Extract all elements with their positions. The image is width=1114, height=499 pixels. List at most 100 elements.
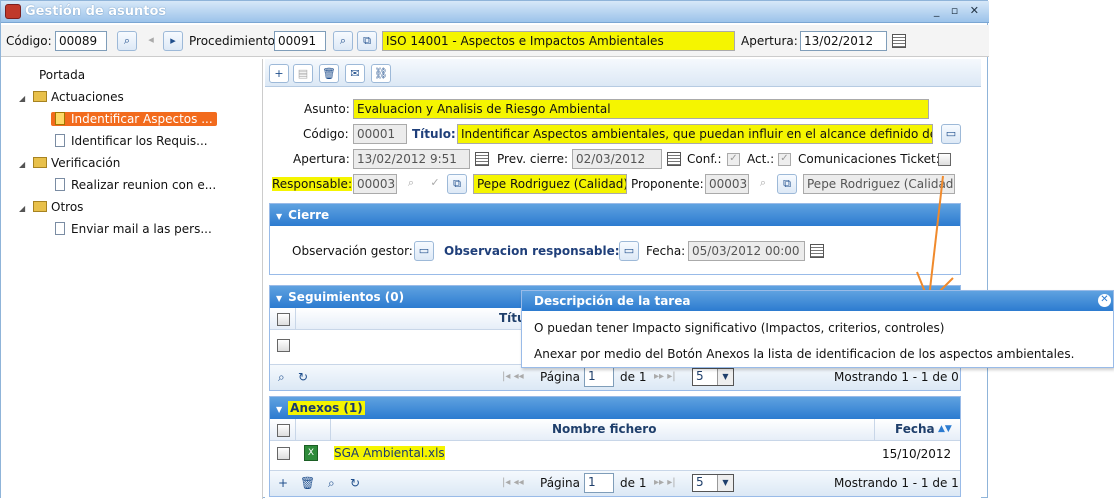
comment-icon[interactable]: ▭ (619, 241, 639, 261)
select-all-checkbox[interactable] (277, 313, 290, 326)
collapse-icon[interactable]: ▼ (276, 405, 282, 414)
delete-icon[interactable]: 🗑 (300, 476, 315, 490)
expand-icon[interactable]: ◢ (19, 89, 33, 109)
row-checkbox[interactable] (277, 447, 290, 460)
title-bar: Gestión de asuntos _ ▫ ✕ (1, 1, 989, 23)
page-size-value: 5 (696, 475, 704, 489)
col-nombre-fichero[interactable]: Nombre fichero (552, 422, 656, 436)
codigo-input[interactable]: 00089 (55, 31, 107, 51)
tree-item[interactable]: Identificar los Requis... (55, 131, 208, 151)
window-controls[interactable]: _ ▫ ✕ (934, 4, 983, 17)
comment-icon[interactable]: ▭ (941, 124, 961, 144)
asunto-field: Evaluacion y Analisis de Riesgo Ambienta… (353, 99, 929, 119)
anexos-header[interactable]: ▼ Anexos (1) (270, 397, 960, 419)
page-input[interactable]: 1 (584, 367, 614, 387)
obs-resp-label: Observacion responsable: (444, 244, 620, 258)
responsable-code-field: 00003 (353, 174, 397, 194)
cierre-title: Cierre (288, 208, 330, 222)
search-icon[interactable]: ⌕ (278, 370, 285, 385)
apertura-input[interactable]: 13/02/2012 (800, 31, 887, 51)
procedimiento-label: Procedimiento (189, 34, 276, 48)
de-label: de 1 (620, 476, 647, 490)
tree-root-portada[interactable]: Portada (39, 65, 85, 85)
add-icon[interactable]: + (278, 476, 288, 490)
apertura-label: Apertura: (741, 34, 798, 48)
titulo-label: Título: (412, 127, 456, 141)
row-checkbox[interactable] (277, 339, 290, 352)
sort-icon[interactable]: ▲▼ (938, 424, 952, 434)
page-input[interactable]: 1 (584, 473, 614, 493)
document-icon (55, 222, 65, 235)
procedimiento-code-input[interactable]: 00091 (274, 31, 326, 51)
detail-pane: + ▤ 🗑 ✉ ⛓ Asunto: Evaluacion y Analisis … (265, 59, 981, 499)
delete-icon[interactable]: 🗑 (319, 64, 339, 83)
open-window-icon[interactable]: ⧉ (777, 174, 797, 194)
header-row: Código: 00089 ⌕ ◂ ▸ Procedimiento 00091 … (1, 25, 989, 57)
save-icon[interactable]: ▤ (293, 64, 313, 83)
open-window-icon[interactable]: ⧉ (357, 31, 377, 51)
tree-group-label: Otros (51, 200, 84, 214)
refresh-icon[interactable]: ↻ (298, 370, 308, 384)
task-description-popup: Descripción de la tarea ✕ O puedan tener… (521, 290, 1114, 368)
main-window: Gestión de asuntos _ ▫ ✕ Código: 00089 ⌕… (0, 0, 989, 499)
tree-item[interactable]: Realizar reunion con e... (55, 175, 216, 195)
fecha-label: Fecha: (646, 244, 686, 258)
search-icon[interactable]: ⌕ (401, 174, 421, 194)
mail-icon[interactable]: ✉ (345, 64, 365, 83)
prev-icon[interactable]: ◂ (141, 31, 161, 51)
next-page-icon[interactable]: ▸▸ ▸| (654, 371, 676, 382)
link-icon[interactable]: ⛓ (371, 64, 391, 83)
comment-icon[interactable]: ▭ (414, 241, 434, 261)
cierre-header[interactable]: ▼ Cierre (270, 204, 960, 226)
tree-group-otros[interactable]: ◢ Otros (19, 197, 83, 217)
page-size-select[interactable]: 5 ▼ (692, 368, 734, 386)
tree-group-label: Actuaciones (51, 90, 124, 104)
collapse-icon[interactable]: ▼ (276, 294, 282, 303)
expand-icon[interactable]: ◢ (19, 155, 33, 175)
calendar-icon[interactable] (892, 34, 906, 48)
search-icon[interactable]: ⌕ (117, 31, 137, 51)
pagina-label: Página (540, 476, 580, 490)
refresh-icon[interactable]: ↻ (350, 476, 360, 490)
select-all-checkbox[interactable] (277, 424, 290, 437)
search-icon[interactable]: ⌕ (753, 174, 773, 194)
page-size-select[interactable]: 5 ▼ (692, 474, 734, 492)
act-label: Act.: (747, 152, 775, 166)
tree-item[interactable]: Enviar mail a las pers... (55, 219, 212, 239)
tree-group-verificacion[interactable]: ◢ Verificación (19, 153, 120, 173)
search-icon[interactable]: ⌕ (328, 476, 335, 491)
open-window-icon[interactable]: ⧉ (447, 174, 467, 194)
first-page-icon[interactable]: |◂ ◂◂ (502, 477, 524, 488)
act-checkbox[interactable]: ✓ (778, 153, 791, 166)
collapse-icon[interactable]: ▼ (276, 212, 282, 221)
prev-cierre-label: Prev. cierre: (497, 152, 569, 166)
col-fecha[interactable]: Fecha (895, 422, 935, 436)
add-icon[interactable]: + (269, 64, 289, 83)
file-date: 15/10/2012 (882, 447, 952, 461)
calendar-icon[interactable] (475, 152, 489, 166)
responsable-label: Responsable: (272, 177, 352, 191)
expand-icon[interactable]: ◢ (19, 199, 33, 219)
first-page-icon[interactable]: |◂ ◂◂ (502, 371, 524, 382)
file-name-link[interactable]: SGA Ambiental.xls (334, 446, 445, 460)
task-tree: Portada ◢ Actuaciones Indentificar Aspect… (1, 59, 263, 499)
chevron-down-icon: ▼ (717, 475, 733, 491)
folder-icon (33, 201, 47, 212)
comunicaciones-checkbox[interactable] (938, 153, 951, 166)
next-page-icon[interactable]: ▸▸ ▸| (654, 477, 676, 488)
prev-cierre-field: 02/03/2012 (572, 149, 662, 169)
search-icon[interactable]: ⌕ (333, 31, 353, 51)
conf-checkbox[interactable]: ✓ (727, 153, 740, 166)
calendar-icon[interactable] (667, 152, 681, 166)
tree-item-label: Identificar los Requis... (71, 134, 208, 148)
close-icon[interactable]: ✕ (1098, 294, 1111, 307)
anexos-panel: ▼ Anexos (1) Nombre fichero Fecha ▲▼ X SG… (269, 396, 961, 497)
seguimientos-title: Seguimientos (0) (288, 290, 405, 304)
pagina-label: Página (540, 370, 580, 384)
titulo-field: Indentificar Aspectos ambientales, que p… (457, 124, 933, 144)
next-icon[interactable]: ▸ (163, 31, 183, 51)
tree-item-selected[interactable]: Indentificar Aspectos ... (51, 109, 217, 129)
tree-group-actuaciones[interactable]: ◢ Actuaciones (19, 87, 124, 107)
check-icon[interactable]: ✓ (425, 174, 445, 194)
calendar-icon[interactable] (810, 244, 824, 258)
